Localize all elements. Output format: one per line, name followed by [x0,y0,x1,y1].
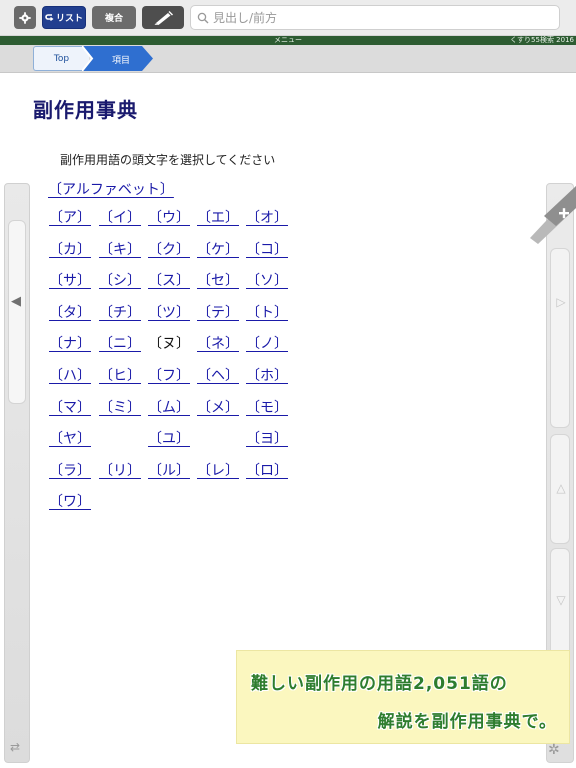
gear-icon [19,11,31,24]
kana-link[interactable]: 〔ウ〕 [148,209,190,227]
search-field[interactable] [190,5,560,30]
kana-link[interactable]: 〔ロ〕 [246,462,288,480]
list-button[interactable]: リスト [42,6,86,29]
promo-line-1: 難しい副作用の用語2,051語の [251,674,508,694]
kana-link[interactable]: 〔ス〕 [148,272,190,290]
kana-link[interactable]: 〔ミ〕 [99,399,141,417]
page-title: 副作用事典 [33,98,138,122]
scroll-down-segment[interactable]: ▽ [550,548,570,658]
menu-label[interactable]: メニュー [0,36,576,45]
kana-link-alphabet[interactable]: 〔アルファベット〕 [48,181,174,199]
kana-link[interactable]: 〔リ〕 [99,462,141,480]
breadcrumb-top-label: Top [53,53,70,64]
kana-link[interactable]: 〔ナ〕 [49,335,91,353]
kana-link[interactable]: 〔ヒ〕 [99,367,141,385]
settings-button[interactable] [14,6,36,29]
promo-line-2: 解説を副作用事典で。 [377,712,557,732]
kana-link[interactable]: 〔ハ〕 [49,367,91,385]
pen-icon [154,10,173,25]
kana-link[interactable]: 〔テ〕 [197,304,239,322]
handwriting-button[interactable] [142,6,184,29]
compound-search-label: 複合 [104,14,123,24]
breadcrumb-current[interactable]: 項目 [82,46,154,71]
kana-link[interactable]: 〔カ〕 [49,241,91,259]
kana-link[interactable]: 〔ル〕 [148,462,190,480]
list-button-label: リスト [55,14,83,24]
scroll-up-segment[interactable]: △ [550,434,570,544]
add-bookmark-button[interactable] [530,186,576,244]
breadcrumb: Top 項目 [0,45,576,73]
kana-link[interactable]: 〔チ〕 [99,304,141,322]
promo-banner: 難しい副作用の用語2,051語の 解説を副作用事典で。 [236,650,570,744]
kana-link[interactable]: 〔ユ〕 [148,430,190,448]
kana-link[interactable]: 〔ヨ〕 [246,430,288,448]
triangle-up-icon: △ [556,481,566,495]
top-toolbar: リスト 複合 [0,0,576,36]
kana-link[interactable]: 〔ヤ〕 [49,430,91,448]
kana-link[interactable]: 〔ノ〕 [246,335,288,353]
kana-link[interactable]: 〔ソ〕 [246,272,288,290]
kana-link[interactable]: 〔モ〕 [246,399,288,417]
kana-link[interactable]: 〔ワ〕 [49,493,91,511]
forward-segment[interactable]: ▷ [550,248,570,428]
kana-link[interactable]: 〔ア〕 [49,209,91,227]
kana-link[interactable]: 〔キ〕 [99,241,141,259]
kana-link[interactable]: 〔ツ〕 [148,304,190,322]
kana-link[interactable]: 〔ニ〕 [99,335,141,353]
play-icon: ▷ [556,295,566,309]
list-icon [45,14,54,21]
swap-icon[interactable]: ⇄ [10,740,20,754]
kana-link[interactable]: 〔ラ〕 [49,462,91,480]
kana-link[interactable]: 〔ネ〕 [197,335,239,353]
kana-link[interactable]: 〔メ〕 [197,399,239,417]
kana-link[interactable]: 〔オ〕 [246,209,288,227]
kana-link: 〔ヌ〕 [148,336,190,352]
kana-link[interactable]: 〔サ〕 [49,272,91,290]
search-icon [197,12,209,24]
settings-corner-icon[interactable]: ✲ [548,742,560,758]
triangle-down-icon: ▽ [556,593,566,607]
left-side-rail: ◀ ⇄ [4,183,30,763]
kana-link[interactable]: 〔ヘ〕 [197,367,239,385]
kana-link[interactable]: 〔ホ〕 [246,367,288,385]
instruction-text: 副作用用語の頭文字を選択してください [60,153,276,167]
search-input[interactable] [213,9,543,26]
status-bar: メニュー くすり55検索 2016 [0,36,576,45]
kana-link[interactable]: 〔フ〕 [148,367,190,385]
kana-link[interactable]: 〔エ〕 [197,209,239,227]
breadcrumb-top[interactable]: Top [33,46,89,71]
app-brand: くすり55検索 2016 [510,36,574,44]
kana-link[interactable]: 〔コ〕 [246,241,288,259]
kana-link[interactable]: 〔セ〕 [197,272,239,290]
breadcrumb-current-label: 項目 [112,56,131,66]
kana-link[interactable]: 〔シ〕 [99,272,141,290]
kana-link[interactable]: 〔ム〕 [148,399,190,417]
left-drawer-handle[interactable] [8,220,26,404]
kana-link[interactable]: 〔ケ〕 [197,241,239,259]
compound-search-button[interactable]: 複合 [92,6,136,29]
kana-link[interactable]: 〔ト〕 [246,304,288,322]
kana-link[interactable]: 〔ク〕 [148,241,190,259]
chevron-left-icon[interactable]: ◀ [11,294,21,309]
kana-link[interactable]: 〔マ〕 [49,399,91,417]
kana-link[interactable]: 〔イ〕 [99,209,141,227]
kana-link[interactable]: 〔レ〕 [197,462,239,480]
kana-link[interactable]: 〔タ〕 [49,304,91,322]
